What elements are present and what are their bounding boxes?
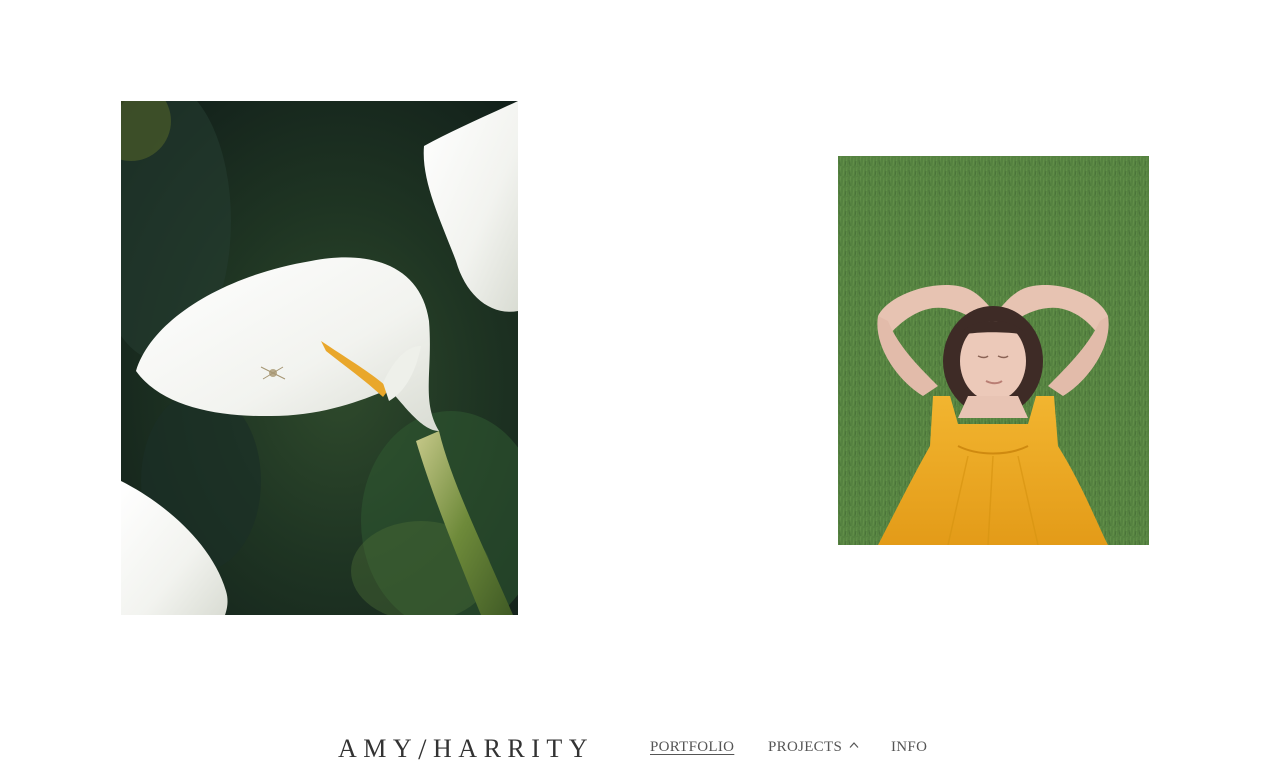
yellow-dress-photo	[838, 156, 1149, 545]
site-footer-nav: AMY/HARRITY PORTFOLIO PROJECTS INFO	[0, 720, 1280, 778]
gallery-image-calla-lily[interactable]	[121, 101, 518, 615]
calla-lily-photo	[121, 101, 518, 615]
site-logo[interactable]: AMY/HARRITY	[338, 732, 595, 766]
nav-projects-link[interactable]: PROJECTS	[768, 738, 842, 756]
portfolio-page: AMY/HARRITY PORTFOLIO PROJECTS INFO	[0, 0, 1280, 778]
logo-first-name: AMY	[338, 734, 419, 763]
nav-info-link[interactable]: INFO	[891, 738, 927, 756]
nav-portfolio-link[interactable]: PORTFOLIO	[650, 738, 734, 756]
logo-slash: /	[418, 733, 434, 766]
chevron-up-icon[interactable]	[849, 741, 859, 749]
logo-last-name: HARRITY	[433, 734, 595, 763]
gallery-image-yellow-dress[interactable]	[838, 156, 1149, 545]
